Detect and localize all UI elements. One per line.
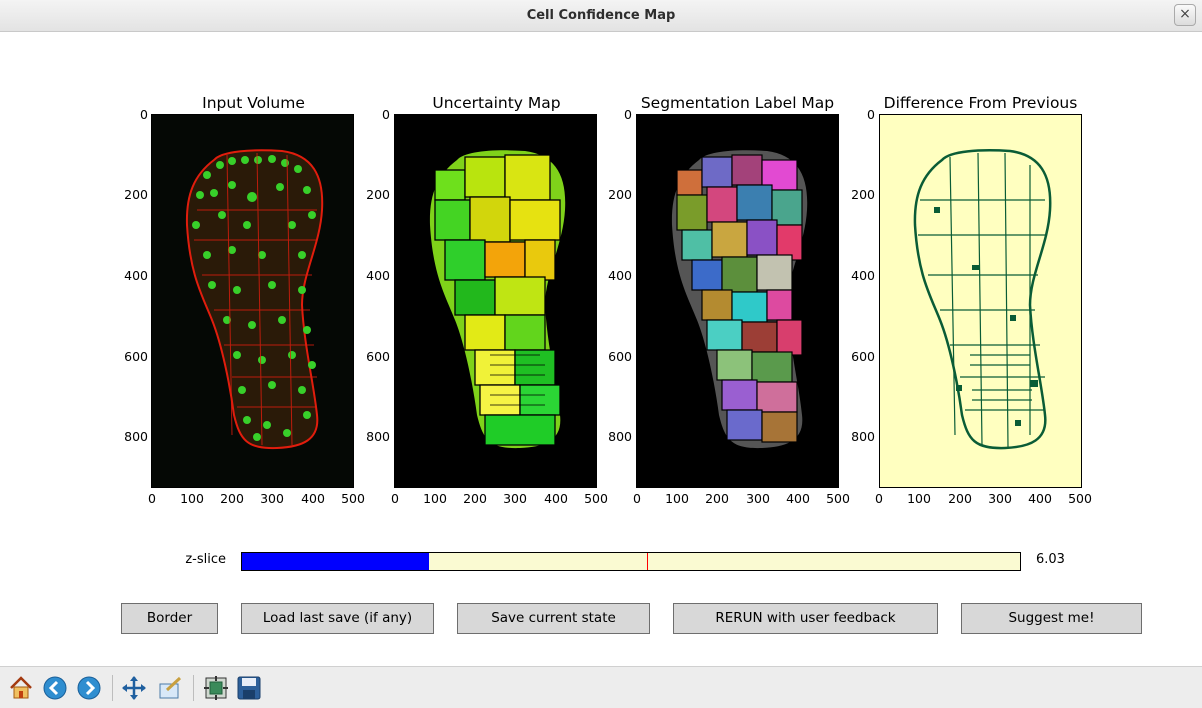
- ytick-label: 800: [608, 429, 632, 444]
- ytick-label: 0: [382, 107, 390, 122]
- ytick-label: 400: [851, 268, 875, 283]
- xtick-label: 0: [633, 491, 641, 506]
- window-title: Cell Confidence Map: [526, 8, 676, 23]
- xtick-label: 0: [875, 491, 883, 506]
- xtick-label: 0: [148, 491, 156, 506]
- difference-map-image[interactable]: [879, 114, 1082, 488]
- xtick-label: 500: [826, 491, 850, 506]
- zoom-icon[interactable]: [157, 675, 183, 701]
- xtick-label: 400: [544, 491, 568, 506]
- ytick-label: 600: [851, 349, 875, 364]
- forward-icon[interactable]: [76, 675, 102, 701]
- ytick-label: 200: [608, 187, 632, 202]
- xtick-label: 200: [463, 491, 487, 506]
- z-slice-initial-marker: [647, 553, 649, 570]
- xtick-label: 500: [341, 491, 365, 506]
- xtick-label: 300: [503, 491, 527, 506]
- ytick-label: 0: [867, 107, 875, 122]
- rerun-with-feedback-button[interactable]: RERUN with user feedback: [673, 603, 938, 634]
- window-titlebar: Cell Confidence Map ×: [0, 0, 1202, 32]
- home-icon[interactable]: [8, 675, 34, 701]
- ytick-label: 400: [366, 268, 390, 283]
- xtick-label: 200: [705, 491, 729, 506]
- segmentation-label-map-image[interactable]: [636, 114, 839, 488]
- toolbar-separator: [193, 675, 194, 701]
- suggest-me-button[interactable]: Suggest me!: [961, 603, 1142, 634]
- ytick-label: 600: [608, 349, 632, 364]
- close-window-button[interactable]: ×: [1174, 4, 1196, 26]
- ytick-label: 400: [124, 268, 148, 283]
- ytick-label: 800: [851, 429, 875, 444]
- z-slice-slider[interactable]: [241, 552, 1021, 571]
- ytick-label: 0: [624, 107, 632, 122]
- xtick-label: 300: [260, 491, 284, 506]
- xtick-label: 400: [786, 491, 810, 506]
- back-icon[interactable]: [42, 675, 68, 701]
- ytick-label: 200: [124, 187, 148, 202]
- save-current-state-button[interactable]: Save current state: [457, 603, 650, 634]
- plot-title-segmentation-label-map: Segmentation Label Map: [640, 94, 835, 112]
- ytick-label: 800: [366, 429, 390, 444]
- ytick-label: 200: [366, 187, 390, 202]
- ytick-label: 600: [366, 349, 390, 364]
- ytick-label: 800: [124, 429, 148, 444]
- xtick-label: 300: [746, 491, 770, 506]
- uncertainty-map-image[interactable]: [394, 114, 597, 488]
- z-slice-label: z-slice: [185, 552, 226, 567]
- plot-title-input-volume: Input Volume: [202, 94, 305, 112]
- xtick-label: 500: [1068, 491, 1092, 506]
- z-slice-slider-fill[interactable]: [242, 553, 430, 570]
- xtick-label: 100: [180, 491, 204, 506]
- ytick-label: 400: [608, 268, 632, 283]
- pan-icon[interactable]: [121, 675, 147, 701]
- plot-title-difference-from-previous: Difference From Previous: [883, 94, 1078, 112]
- ytick-label: 200: [851, 187, 875, 202]
- xtick-label: 200: [220, 491, 244, 506]
- load-last-save-button[interactable]: Load last save (if any): [241, 603, 434, 634]
- xtick-label: 400: [1028, 491, 1052, 506]
- border-button[interactable]: Border: [121, 603, 218, 634]
- toolbar-separator: [112, 675, 113, 701]
- subplots-icon[interactable]: [203, 675, 229, 701]
- ytick-label: 0: [140, 107, 148, 122]
- plot-title-uncertainty-map: Uncertainty Map: [432, 94, 561, 112]
- xtick-label: 300: [988, 491, 1012, 506]
- xtick-label: 0: [391, 491, 399, 506]
- navigation-toolbar: [0, 666, 1202, 708]
- z-slice-value: 6.03: [1036, 552, 1065, 567]
- xtick-label: 500: [584, 491, 608, 506]
- input-volume-image[interactable]: [151, 114, 354, 488]
- xtick-label: 100: [423, 491, 447, 506]
- ytick-label: 600: [124, 349, 148, 364]
- xtick-label: 400: [301, 491, 325, 506]
- xtick-label: 200: [948, 491, 972, 506]
- xtick-label: 100: [907, 491, 931, 506]
- xtick-label: 100: [665, 491, 689, 506]
- save-figure-icon[interactable]: [236, 675, 262, 701]
